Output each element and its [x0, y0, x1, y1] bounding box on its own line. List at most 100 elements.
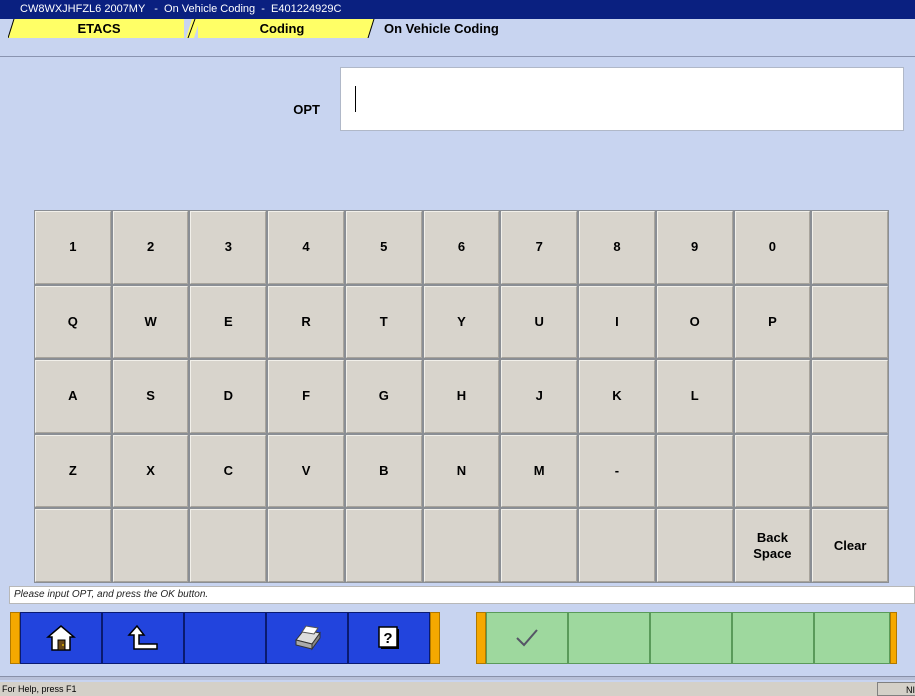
- status-indicator: NI: [877, 682, 915, 696]
- breadcrumb-separator: [186, 19, 200, 38]
- key-k[interactable]: K: [579, 360, 655, 433]
- key-blank[interactable]: [35, 509, 111, 582]
- toolbar-edge: [430, 612, 440, 664]
- key-blank[interactable]: [812, 434, 888, 508]
- help-icon: ?: [377, 625, 401, 651]
- app-status-bar: For Help, press F1 NI: [0, 682, 915, 696]
- blank-button[interactable]: [184, 612, 266, 664]
- key-i[interactable]: I: [579, 285, 655, 359]
- toolbar-left-group: ?: [10, 612, 440, 664]
- key-blank[interactable]: [734, 434, 811, 508]
- key-4[interactable]: 4: [268, 211, 344, 284]
- key-2[interactable]: 2: [112, 211, 189, 284]
- key-0[interactable]: 0: [734, 211, 811, 284]
- breadcrumb-etacs-label: ETACS: [77, 21, 121, 36]
- checkmark-icon: [514, 627, 540, 649]
- back-button[interactable]: [102, 612, 184, 664]
- opt-input[interactable]: [340, 67, 904, 131]
- breadcrumb-etacs[interactable]: ETACS: [14, 19, 184, 38]
- printer-icon: [292, 624, 322, 652]
- window-title: CW8WXJHFZL6 2007MY - On Vehicle Coding -…: [0, 0, 915, 19]
- key-6[interactable]: 6: [423, 211, 500, 284]
- on-screen-keypad: 1 2 3 4 5 6 7 8 9 0 Q W E R T Y U I O P A S D F G H J K L Z X C V B N M - Bac…: [34, 210, 889, 583]
- help-button[interactable]: ?: [348, 612, 430, 664]
- key-clear[interactable]: Clear: [812, 509, 888, 582]
- toolbar-right-group: [476, 612, 897, 664]
- key-blank[interactable]: [734, 360, 811, 433]
- key-1[interactable]: 1: [35, 211, 111, 284]
- key-blank[interactable]: [345, 509, 422, 582]
- back-arrow-icon: [127, 623, 159, 653]
- key-b[interactable]: B: [345, 434, 422, 508]
- toolbar-edge: [890, 612, 897, 664]
- key-blank[interactable]: [268, 509, 344, 582]
- ok-button[interactable]: [486, 612, 568, 664]
- key-r[interactable]: R: [268, 285, 344, 359]
- key-d[interactable]: D: [190, 360, 267, 433]
- key-hyphen[interactable]: -: [579, 434, 655, 508]
- key-h[interactable]: H: [423, 360, 500, 433]
- key-v[interactable]: V: [268, 434, 344, 508]
- toolbar-edge: [10, 612, 20, 664]
- key-g[interactable]: G: [345, 360, 422, 433]
- key-blank[interactable]: [812, 360, 888, 433]
- key-8[interactable]: 8: [579, 211, 655, 284]
- key-n[interactable]: N: [423, 434, 500, 508]
- key-z[interactable]: Z: [35, 434, 111, 508]
- home-icon: [46, 623, 76, 653]
- key-u[interactable]: U: [501, 285, 578, 359]
- key-blank[interactable]: [812, 211, 888, 284]
- key-blank[interactable]: [190, 509, 267, 582]
- key-back-space[interactable]: Back Space: [734, 509, 811, 582]
- key-9[interactable]: 9: [656, 211, 733, 284]
- blank-green-button-1[interactable]: [568, 612, 650, 664]
- key-s[interactable]: S: [112, 360, 189, 433]
- status-message: Please input OPT, and press the OK butto…: [9, 586, 915, 604]
- key-t[interactable]: T: [345, 285, 422, 359]
- key-7[interactable]: 7: [501, 211, 578, 284]
- key-x[interactable]: X: [112, 434, 189, 508]
- breadcrumb-on-vehicle-coding: On Vehicle Coding: [380, 19, 520, 38]
- key-l[interactable]: L: [656, 360, 733, 433]
- key-blank[interactable]: [501, 509, 578, 582]
- opt-label: OPT: [293, 102, 320, 117]
- blank-green-button-3[interactable]: [732, 612, 814, 664]
- key-o[interactable]: O: [656, 285, 733, 359]
- key-q[interactable]: Q: [35, 285, 111, 359]
- key-blank[interactable]: [579, 509, 655, 582]
- key-y[interactable]: Y: [423, 285, 500, 359]
- blank-green-button-2[interactable]: [650, 612, 732, 664]
- breadcrumb-separator: [8, 19, 22, 38]
- key-a[interactable]: A: [35, 360, 111, 433]
- key-blank[interactable]: [812, 285, 888, 359]
- breadcrumb-separator: [366, 19, 380, 38]
- print-button[interactable]: [266, 612, 348, 664]
- key-m[interactable]: M: [501, 434, 578, 508]
- key-j[interactable]: J: [501, 360, 578, 433]
- horizontal-scrollbar[interactable]: [0, 676, 915, 680]
- key-5[interactable]: 5: [345, 211, 422, 284]
- breadcrumb-coding-label: Coding: [259, 21, 305, 36]
- key-c[interactable]: C: [190, 434, 267, 508]
- key-w[interactable]: W: [112, 285, 189, 359]
- key-blank[interactable]: [656, 509, 733, 582]
- breadcrumb-current-label: On Vehicle Coding: [384, 21, 499, 36]
- toolbar-edge: [476, 612, 486, 664]
- key-3[interactable]: 3: [190, 211, 267, 284]
- key-p[interactable]: P: [734, 285, 811, 359]
- home-button[interactable]: [20, 612, 102, 664]
- help-hint: For Help, press F1: [2, 684, 77, 694]
- text-caret: [355, 86, 356, 112]
- key-blank[interactable]: [423, 509, 500, 582]
- breadcrumb-coding[interactable]: Coding: [198, 19, 366, 38]
- key-blank[interactable]: [656, 434, 733, 508]
- key-blank[interactable]: [112, 509, 189, 582]
- key-e[interactable]: E: [190, 285, 267, 359]
- key-f[interactable]: F: [268, 360, 344, 433]
- breadcrumb-bar: [0, 38, 915, 57]
- status-indicator-label: NI: [906, 685, 915, 695]
- blank-green-button-4[interactable]: [814, 612, 890, 664]
- svg-text:?: ?: [383, 630, 392, 647]
- breadcrumb: ETACS Coding On Vehicle Coding: [0, 19, 915, 57]
- app-window: CW8WXJHFZL6 2007MY - On Vehicle Coding -…: [0, 0, 915, 696]
